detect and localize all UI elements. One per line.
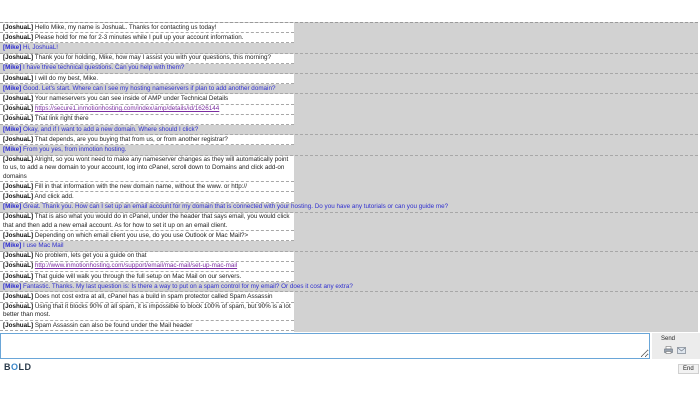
message-speaker: [JoshuaL] [3, 115, 34, 123]
message-input[interactable] [0, 333, 650, 359]
message-text: Good. Let's start. Where can I see my ho… [22, 84, 276, 92]
agent-message: [JoshuaL] Depending on which email clien… [0, 231, 294, 242]
message-text: Hello Mike, my name is JoshuaL. Thanks f… [34, 23, 217, 31]
message-speaker: [JoshuaL] [3, 94, 34, 102]
agent-message: [JoshuaL] Fill in that information with … [0, 182, 294, 193]
message-speaker: [JoshuaL] [3, 213, 34, 221]
message-text: Okay, and if I want to add a new domain.… [22, 125, 199, 133]
message-text: I will do my best, Mike. [34, 74, 99, 82]
print-icon[interactable] [664, 346, 673, 354]
message-speaker: [Mike] [3, 241, 22, 249]
message-speaker: [Mike] [3, 282, 22, 290]
bold-logo: BOLD [4, 362, 32, 372]
agent-message: [JoshuaL] https://secure1.inmotionhostin… [0, 104, 294, 115]
message-text: Depending on which email client you use,… [34, 231, 249, 239]
visitor-message: [Mike] I have three technical questions.… [0, 63, 698, 75]
message-text: Great. Thank you. How can I set up an em… [22, 203, 449, 211]
agent-message: [JoshuaL] That link right there [0, 114, 294, 126]
message-text: Using that it blocks 90% of all spam, it… [3, 303, 291, 319]
agent-message: [JoshuaL] Does not cost extra at all, cP… [0, 292, 294, 303]
agent-message: [JoshuaL] Alright, so you wont need to m… [0, 155, 294, 183]
message-speaker: [Mike] [3, 145, 22, 153]
message-text: Alright, so you wont need to make any na… [3, 156, 289, 180]
message-text: Hi, JoshuaL! [22, 43, 58, 51]
agent-message: [JoshuaL] Hello Mike, my name is JoshuaL… [0, 23, 294, 34]
agent-message: [JoshuaL] That is also what you would do… [0, 212, 294, 232]
message-speaker: [JoshuaL] [3, 54, 34, 62]
visitor-message: [Mike] Hi, JoshuaL! [0, 43, 698, 54]
message-speaker: [JoshuaL] [3, 156, 34, 164]
send-button[interactable]: Send [661, 336, 675, 342]
message-text: Please hold for me for 2-3 minutes while… [34, 33, 244, 41]
message-speaker: [JoshuaL] [3, 272, 34, 280]
send-panel: Send [652, 333, 700, 359]
message-text: And click add. [34, 192, 74, 200]
message-link[interactable]: http://www.inmotionhosting.com/support/e… [35, 262, 237, 269]
message-speaker: [JoshuaL] [3, 262, 34, 270]
logo-letters-ld: LD [18, 362, 32, 372]
message-text: That is also what you would do in cPanel… [3, 213, 290, 229]
message-text: Fill in that information with the new do… [34, 182, 247, 190]
agent-message: [JoshuaL] http://www.inmotionhosting.com… [0, 261, 294, 273]
message-speaker: [JoshuaL] [3, 23, 34, 31]
agent-message: [JoshuaL] That depends, are you buying t… [0, 135, 294, 146]
message-speaker: [JoshuaL] [3, 321, 34, 329]
agent-message: [JoshuaL] Please hold for me for 2-3 min… [0, 33, 294, 44]
message-speaker: [JoshuaL] [3, 105, 34, 113]
chat-transcript[interactable]: [JoshuaL] Hello Mike, my name is JoshuaL… [0, 22, 698, 332]
agent-message: [JoshuaL] And click add. [0, 192, 294, 203]
message-speaker: [Mike] [3, 84, 22, 92]
message-text: Fantastic. Thanks. My last question is: … [22, 282, 353, 290]
message-text: No problem, lets get you a guide on that [34, 252, 147, 260]
message-text: I have three technical questions. Can yo… [22, 64, 185, 72]
message-speaker: [JoshuaL] [3, 135, 34, 143]
message-speaker: [Mike] [3, 43, 22, 51]
message-speaker: [JoshuaL] [3, 192, 34, 200]
visitor-message: [Mike] Fantastic. Thanks. My last questi… [0, 282, 698, 293]
message-text: Thank you for holding, Mike, how may I a… [34, 54, 271, 62]
logo-letter-b: B [4, 362, 11, 372]
message-speaker: [JoshuaL] [3, 182, 34, 190]
visitor-message: [Mike] Great. Thank you. How can I set u… [0, 202, 698, 213]
visitor-message: [Mike] I use Mac Mail [0, 241, 698, 252]
agent-message: [JoshuaL] Your nameservers you can see i… [0, 94, 294, 105]
visitor-message: [Mike] Okay, and if I want to add a new … [0, 125, 698, 136]
message-text: That guide will walk you through the ful… [34, 272, 242, 280]
agent-message: [JoshuaL] That guide will walk you throu… [0, 272, 294, 283]
message-speaker: [JoshuaL] [3, 252, 34, 260]
message-text: From you yes, from inmotion hosting. [22, 145, 127, 153]
message-link[interactable]: https://secure1.inmotionhosting.com/inde… [35, 105, 219, 112]
message-text: Your nameservers you can see inside of A… [34, 94, 229, 102]
message-text: That link right there [34, 115, 89, 123]
logo-letter-o: O [11, 362, 19, 372]
agent-message: [JoshuaL] I will do my best, Mike. [0, 74, 294, 85]
agent-message: [JoshuaL] No problem, lets get you a gui… [0, 251, 294, 262]
message-text: Spam Assassin can also be found under th… [34, 321, 193, 329]
message-speaker: [JoshuaL] [3, 303, 34, 311]
agent-message: [JoshuaL] Spam Assassin can also be foun… [0, 321, 294, 332]
message-speaker: [JoshuaL] [3, 74, 34, 82]
agent-message: [JoshuaL] Using that it blocks 90% of al… [0, 302, 294, 322]
visitor-message: [Mike] Good. Let's start. Where can I se… [0, 84, 698, 95]
message-text: Does not cost extra at all, cPanel has a… [34, 292, 273, 300]
end-chat-button[interactable]: End [678, 364, 699, 374]
message-text: I use Mac Mail [22, 241, 64, 249]
agent-message: [JoshuaL] Thank you for holding, Mike, h… [0, 53, 294, 64]
message-speaker: [JoshuaL] [3, 33, 34, 41]
visitor-message: [Mike] From you yes, from inmotion hosti… [0, 145, 698, 156]
message-text: That depends, are you buying that from u… [34, 135, 228, 143]
message-speaker: [JoshuaL] [3, 292, 34, 300]
agent-message: [JoshuaL] in cPanel [0, 331, 294, 332]
email-icon[interactable] [677, 347, 686, 354]
message-speaker: [Mike] [3, 64, 22, 72]
message-speaker: [Mike] [3, 125, 22, 133]
message-speaker: [Mike] [3, 203, 22, 211]
message-speaker: [JoshuaL] [3, 231, 34, 239]
